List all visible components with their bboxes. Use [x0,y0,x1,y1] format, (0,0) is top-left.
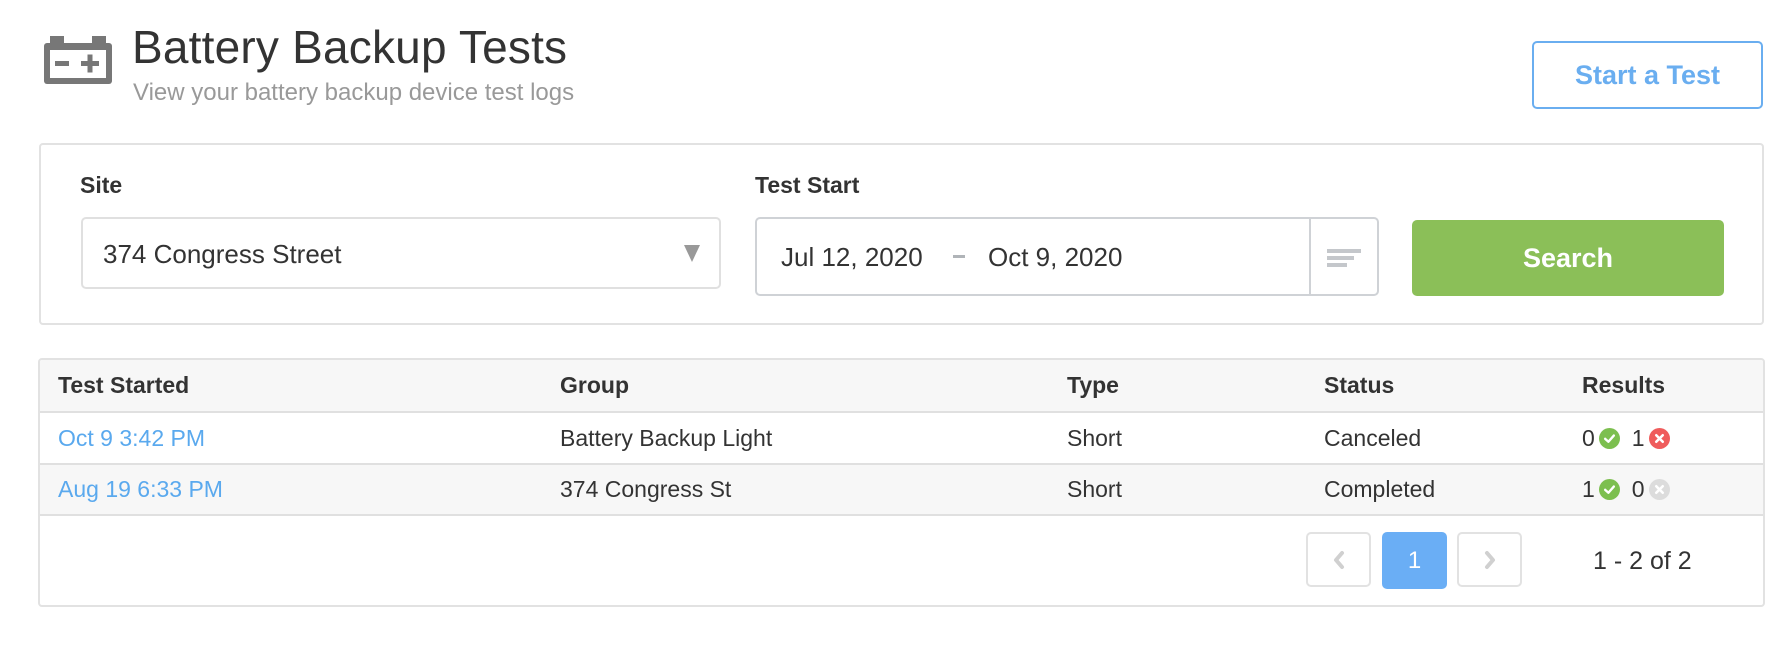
date-to-input[interactable]: Oct 9, 2020 [988,242,1122,272]
check-circle-icon [1598,427,1620,449]
column-header-status: Status [1324,372,1395,398]
x-circle-icon [1648,427,1670,449]
site-select[interactable]: 374 Congress Street [81,217,721,289]
test-started-link[interactable]: Oct 9 3:42 PM [58,413,205,463]
table-row: Aug 19 6:33 PM 374 Congress St Short Com… [40,465,1763,516]
check-circle-icon [1598,479,1620,500]
search-button[interactable]: Search [1412,220,1724,296]
table-header-row: Test Started Group Type Status Results [40,360,1763,413]
failed-count: 1 [1631,424,1645,451]
type-cell: Short [1067,476,1122,502]
page-title: Battery Backup Tests [132,21,568,73]
site-select-value: 374 Congress Street [103,239,342,269]
chevron-left-icon [1333,550,1344,569]
dropdown-arrow-icon [684,245,700,262]
column-header-test-started: Test Started [58,372,190,398]
date-preset-menu-button[interactable] [1311,219,1377,294]
next-page-button[interactable] [1457,532,1522,587]
column-header-type: Type [1067,372,1119,398]
passed-count: 0 [1582,424,1595,451]
date-range-input[interactable]: Jul 12, 2020 Oct 9, 2020 [755,217,1379,296]
results-cell: 1 0 [1582,465,1682,514]
status-cell: Completed [1324,476,1436,502]
table-row: Oct 9 3:42 PM Battery Backup Light Short… [40,413,1763,465]
passed-count: 1 [1582,476,1595,502]
test-started-link[interactable]: Aug 19 6:33 PM [58,465,223,514]
results-cell: 0 1 [1582,413,1682,463]
lines-icon-bar [1327,263,1347,267]
page-1-button[interactable]: 1 [1382,532,1447,589]
type-cell: Short [1067,424,1122,451]
site-label: Site [80,172,123,198]
chevron-right-icon [1484,550,1495,569]
date-from-input[interactable]: Jul 12, 2020 [781,242,923,272]
column-header-group: Group [560,372,629,398]
lines-icon-bar [1327,256,1354,260]
pagination-info: 1 - 2 of 2 [1593,547,1692,575]
x-circle-icon [1648,479,1670,500]
tests-table: Test Started Group Type Status Results O… [38,358,1765,607]
start-test-button[interactable]: Start a Test [1532,41,1763,109]
failed-count: 0 [1631,476,1645,502]
lines-icon [1327,249,1361,253]
previous-page-button[interactable] [1306,532,1371,587]
page-subtitle: View your battery backup device test log… [133,79,575,106]
group-cell: 374 Congress St [560,476,732,502]
group-cell: Battery Backup Light [560,424,773,451]
test-start-label: Test Start [755,172,860,198]
status-cell: Canceled [1324,424,1422,451]
battery-icon [44,36,112,84]
date-range-separator [953,255,965,258]
column-header-results: Results [1582,372,1666,398]
